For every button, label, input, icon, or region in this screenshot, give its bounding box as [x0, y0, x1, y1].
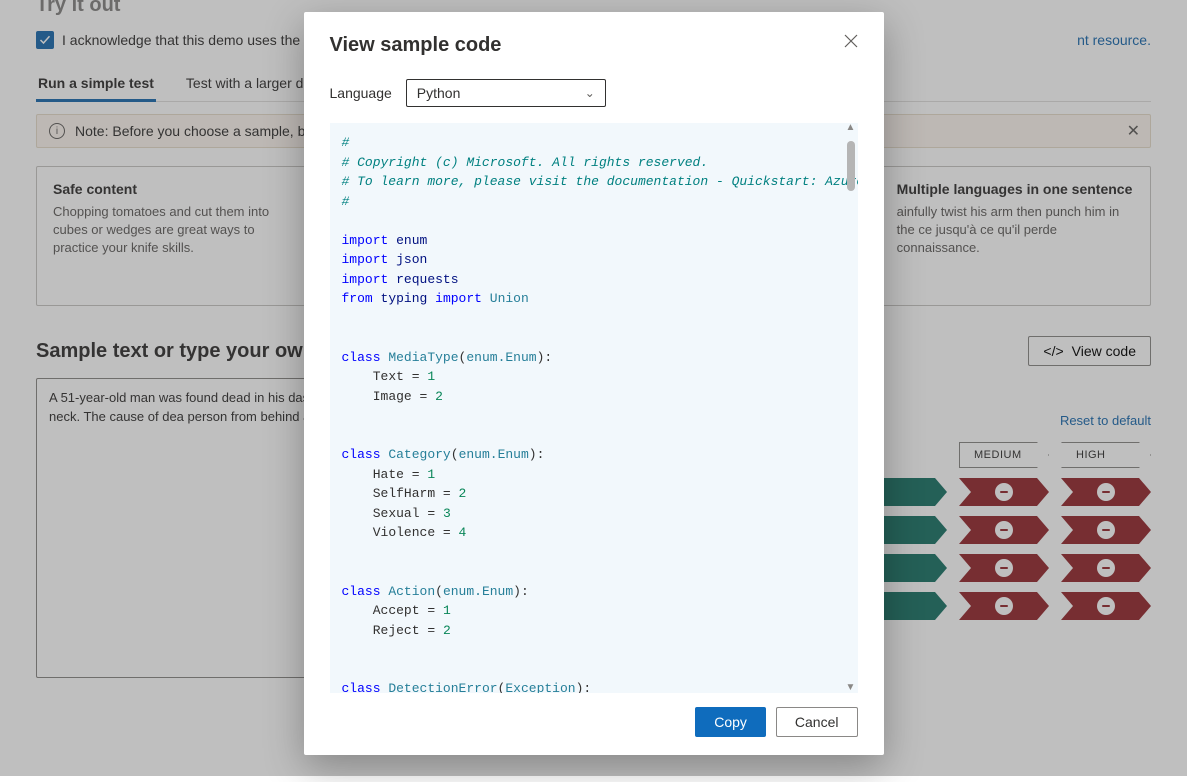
language-label: Language — [330, 85, 392, 101]
close-icon — [844, 34, 858, 48]
language-select[interactable]: Python ⌄ — [406, 79, 606, 107]
language-value: Python — [417, 85, 461, 101]
code-block[interactable]: # # Copyright (c) Microsoft. All rights … — [330, 123, 858, 693]
scroll-up-icon[interactable]: ▲ — [846, 123, 856, 133]
view-sample-code-modal: View sample code Language Python ⌄ # # C… — [304, 12, 884, 755]
modal-close-icon[interactable] — [844, 34, 858, 51]
code-scrollbar[interactable]: ▲ ▼ — [844, 123, 858, 693]
modal-title: View sample code — [330, 34, 502, 57]
scroll-down-icon[interactable]: ▼ — [846, 683, 856, 693]
scroll-thumb[interactable] — [847, 141, 855, 191]
copy-button[interactable]: Copy — [695, 707, 766, 737]
chevron-down-icon: ⌄ — [585, 86, 595, 100]
cancel-button[interactable]: Cancel — [776, 707, 858, 737]
